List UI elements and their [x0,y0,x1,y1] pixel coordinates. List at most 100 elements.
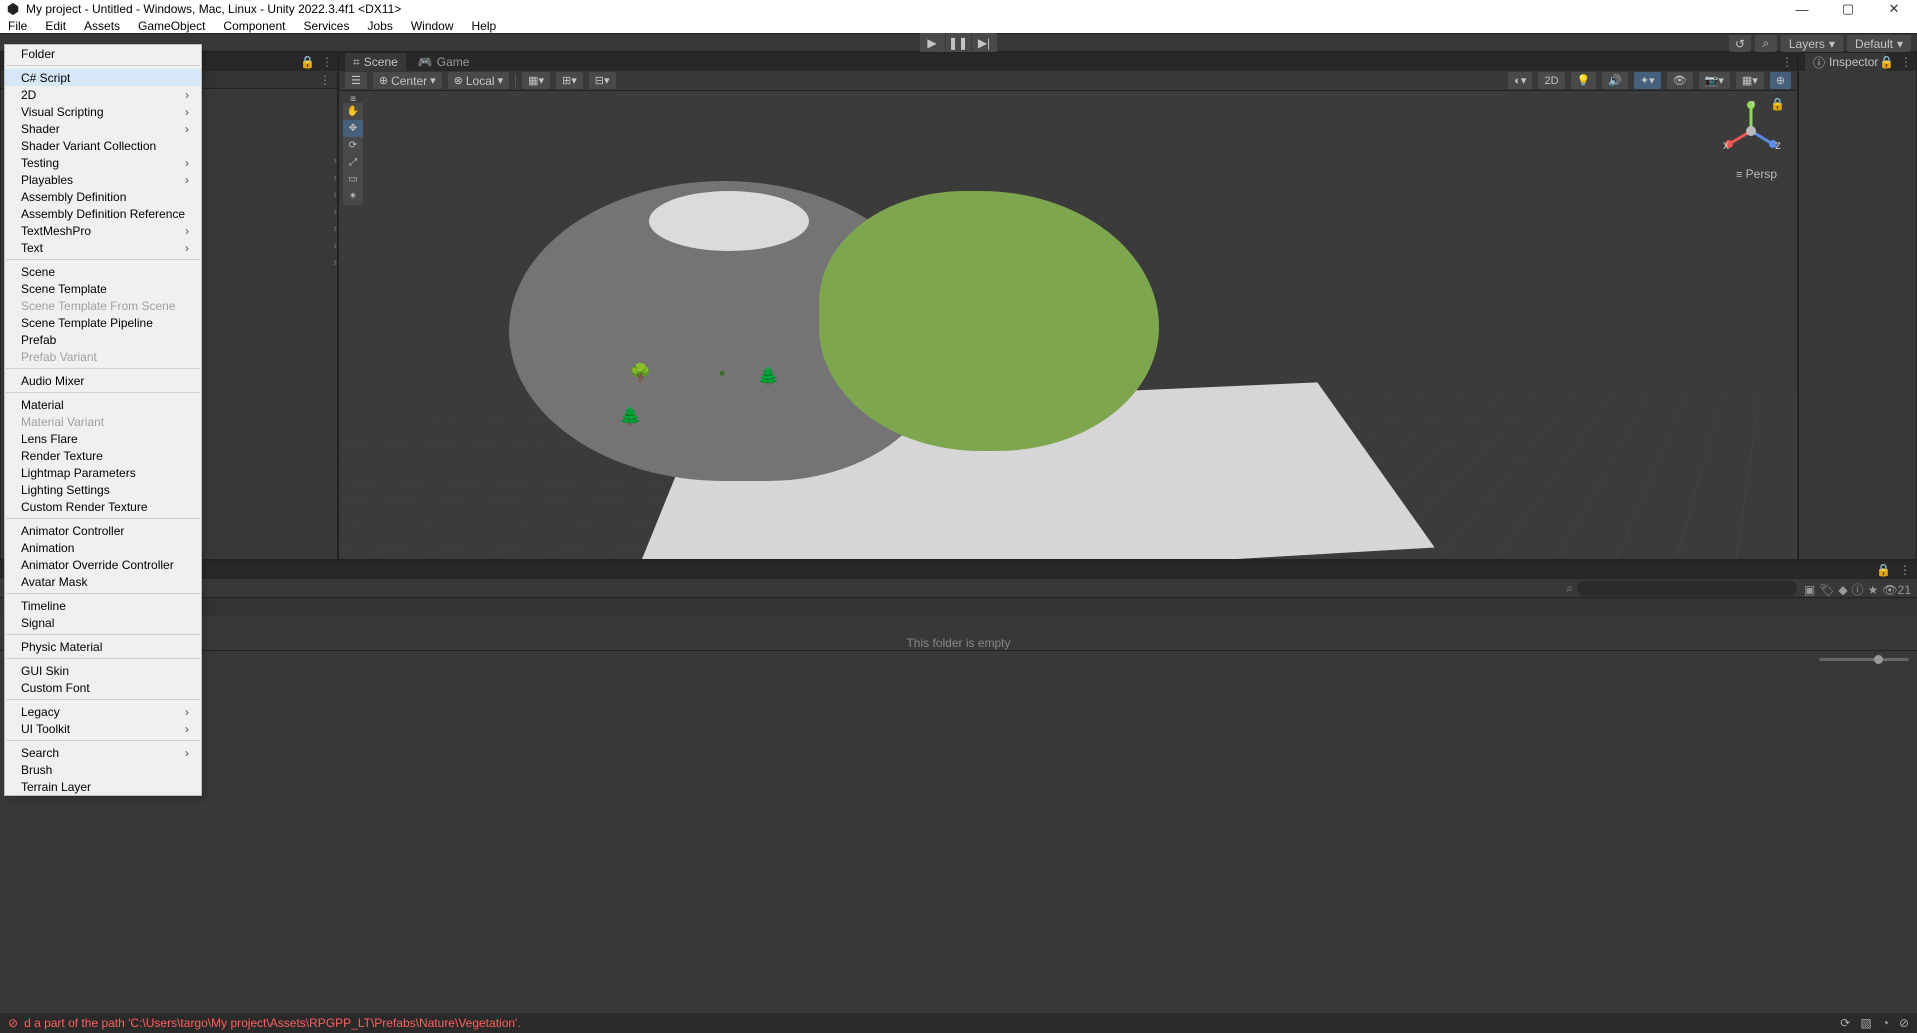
menu-jobs[interactable]: Jobs [367,19,392,33]
menu-item-folder[interactable]: Folder [5,45,201,62]
menu-item-2d[interactable]: 2D [5,86,201,103]
scene-viewport[interactable]: 🌳 🌲 ▪ 🌲 ≡ ✋ ✥ ⟳ ⤢ ▭ ✶ [339,91,1797,559]
camera-button[interactable]: 📷▾ [1699,72,1730,89]
menu-item-scene[interactable]: Scene [5,263,201,280]
undo-history-icon[interactable]: ↺ [1729,35,1751,52]
menu-item-testing[interactable]: Testing [5,154,201,171]
tool-handle[interactable]: ≡ [343,95,363,103]
tool-hamburger[interactable]: ☰ [345,72,367,89]
scene-lock-icon[interactable]: 🔒 [1770,97,1785,111]
project-lock-icon[interactable]: 🔒 [1876,563,1891,577]
layers-dropdown[interactable]: Layers▾ [1781,35,1843,52]
menu-item-assembly-definition-reference[interactable]: Assembly Definition Reference [5,205,201,222]
scene-tab-menu-icon[interactable]: ⋮ [1781,55,1793,69]
menu-item-terrain-layer[interactable]: Terrain Layer [5,778,201,795]
inspector-lock-icon[interactable]: 🔒 [1879,55,1894,69]
menu-edit[interactable]: Edit [45,19,66,33]
close-button[interactable]: ✕ [1871,0,1917,18]
gizmo-toggle[interactable]: ⊕ [1770,72,1791,89]
hidden-count-icon[interactable]: 👁21 [1882,583,1911,597]
project-menu-icon[interactable]: ⋮ [1899,563,1911,577]
pause-button[interactable]: ❚❚ [946,33,972,52]
move-tool[interactable]: ✥ [343,120,363,137]
layout-dropdown[interactable]: Default▾ [1847,35,1911,52]
progress-icon[interactable]: ⊘ [1899,1016,1909,1030]
grid-snap-button[interactable]: ▦▾ [522,72,550,89]
menu-item-avatar-mask[interactable]: Avatar Mask [5,573,201,590]
menu-item-scene-template[interactable]: Scene Template [5,280,201,297]
rotate-tool[interactable]: ⟳ [343,137,363,154]
menu-item-physic-material[interactable]: Physic Material [5,638,201,655]
2d-toggle[interactable]: 2D [1538,72,1564,89]
projection-label[interactable]: ≡ Persp [1736,167,1777,181]
rect-tool[interactable]: ▭ [343,171,363,188]
menu-services[interactable]: Services [303,19,349,33]
menu-item-prefab[interactable]: Prefab [5,331,201,348]
audio-toggle[interactable]: 🔊 [1602,72,1628,89]
menu-item-gui-skin[interactable]: GUI Skin [5,662,201,679]
menu-item-c-script[interactable]: C# Script [5,69,201,86]
menu-component[interactable]: Component [223,19,285,33]
menu-item-timeline[interactable]: Timeline [5,597,201,614]
menu-item-assembly-definition[interactable]: Assembly Definition [5,188,201,205]
hierarchy-menu-icon[interactable]: ⋮ [321,55,333,69]
menu-item-lens-flare[interactable]: Lens Flare [5,430,201,447]
lighting-toggle[interactable]: 💡 [1571,72,1597,89]
status-message[interactable]: d a part of the path 'C:\Users\targo\My … [24,1016,521,1030]
pivot-mode-dropdown[interactable]: ⊕Center ▾ [373,72,442,89]
filter-hidden-icon[interactable]: ◆ [1838,583,1847,597]
fx-toggle[interactable]: ✦▾ [1634,72,1661,89]
tab-inspector[interactable]: ⓘ Inspector [1805,53,1886,71]
hierarchy-options-icon[interactable]: ⋮ [319,73,331,87]
menu-item-ui-toolkit[interactable]: UI Toolkit [5,720,201,737]
activity-icon[interactable]: ◔ [1882,1016,1889,1030]
menu-item-playables[interactable]: Playables [5,171,201,188]
hidden-objects-toggle[interactable]: 👁 [1667,72,1693,89]
minimize-button[interactable]: — [1779,0,1825,18]
cache-icon[interactable]: ▧ [1860,1016,1871,1030]
transform-tool[interactable]: ✶ [343,188,363,205]
menu-item-text[interactable]: Text [5,239,201,256]
project-breadcrumb[interactable]: Scripts [0,598,1917,616]
menu-help[interactable]: Help [472,19,497,33]
menu-item-render-texture[interactable]: Render Texture [5,447,201,464]
scale-tool[interactable]: ⤢ [343,154,363,171]
space-mode-dropdown[interactable]: ⊗Local ▾ [448,72,509,89]
thumbnail-size-slider[interactable] [1819,658,1909,661]
draw-mode-button[interactable]: ◐▾ [1508,72,1532,89]
hand-tool[interactable]: ✋ [343,103,363,120]
menu-item-scene-template-pipeline[interactable]: Scene Template Pipeline [5,314,201,331]
menu-item-shader-variant-collection[interactable]: Shader Variant Collection [5,137,201,154]
menu-item-brush[interactable]: Brush [5,761,201,778]
menu-item-legacy[interactable]: Legacy [5,703,201,720]
save-search-icon[interactable]: ⓘ [1852,581,1864,598]
gizmos-dropdown[interactable]: ▦▾ [1736,72,1764,89]
lock-icon[interactable]: 🔒 [300,55,315,69]
menu-item-animator-override-controller[interactable]: Animator Override Controller [5,556,201,573]
play-button[interactable]: ▶ [920,33,946,52]
menu-item-animator-controller[interactable]: Animator Controller [5,522,201,539]
auto-refresh-icon[interactable]: ⟳ [1840,1016,1850,1030]
favorite-icon[interactable]: ★ [1868,583,1879,597]
project-search-input[interactable] [1577,581,1797,596]
menu-item-search[interactable]: Search [5,744,201,761]
filter-by-type-icon[interactable]: ▣ [1804,583,1815,597]
menu-item-material[interactable]: Material [5,396,201,413]
menu-item-signal[interactable]: Signal [5,614,201,631]
global-search-icon[interactable]: ⌕ [1755,35,1777,52]
inspector-menu-icon[interactable]: ⋮ [1900,55,1912,69]
menu-assets[interactable]: Assets [84,19,120,33]
menu-item-shader[interactable]: Shader [5,120,201,137]
filter-by-label-icon[interactable]: 🏷 [1819,583,1834,597]
menu-item-animation[interactable]: Animation [5,539,201,556]
menu-item-textmeshpro[interactable]: TextMeshPro [5,222,201,239]
menu-item-visual-scripting[interactable]: Visual Scripting [5,103,201,120]
snap-button[interactable]: ⊟▾ [589,72,616,89]
menu-item-lightmap-parameters[interactable]: Lightmap Parameters [5,464,201,481]
tab-scene[interactable]: ⌗ Scene [345,53,406,71]
menu-file[interactable]: File [8,19,27,33]
tab-game[interactable]: 🎮 Game [418,53,470,71]
maximize-button[interactable]: ▢ [1825,0,1871,18]
menu-item-lighting-settings[interactable]: Lighting Settings [5,481,201,498]
menu-item-custom-font[interactable]: Custom Font [5,679,201,696]
